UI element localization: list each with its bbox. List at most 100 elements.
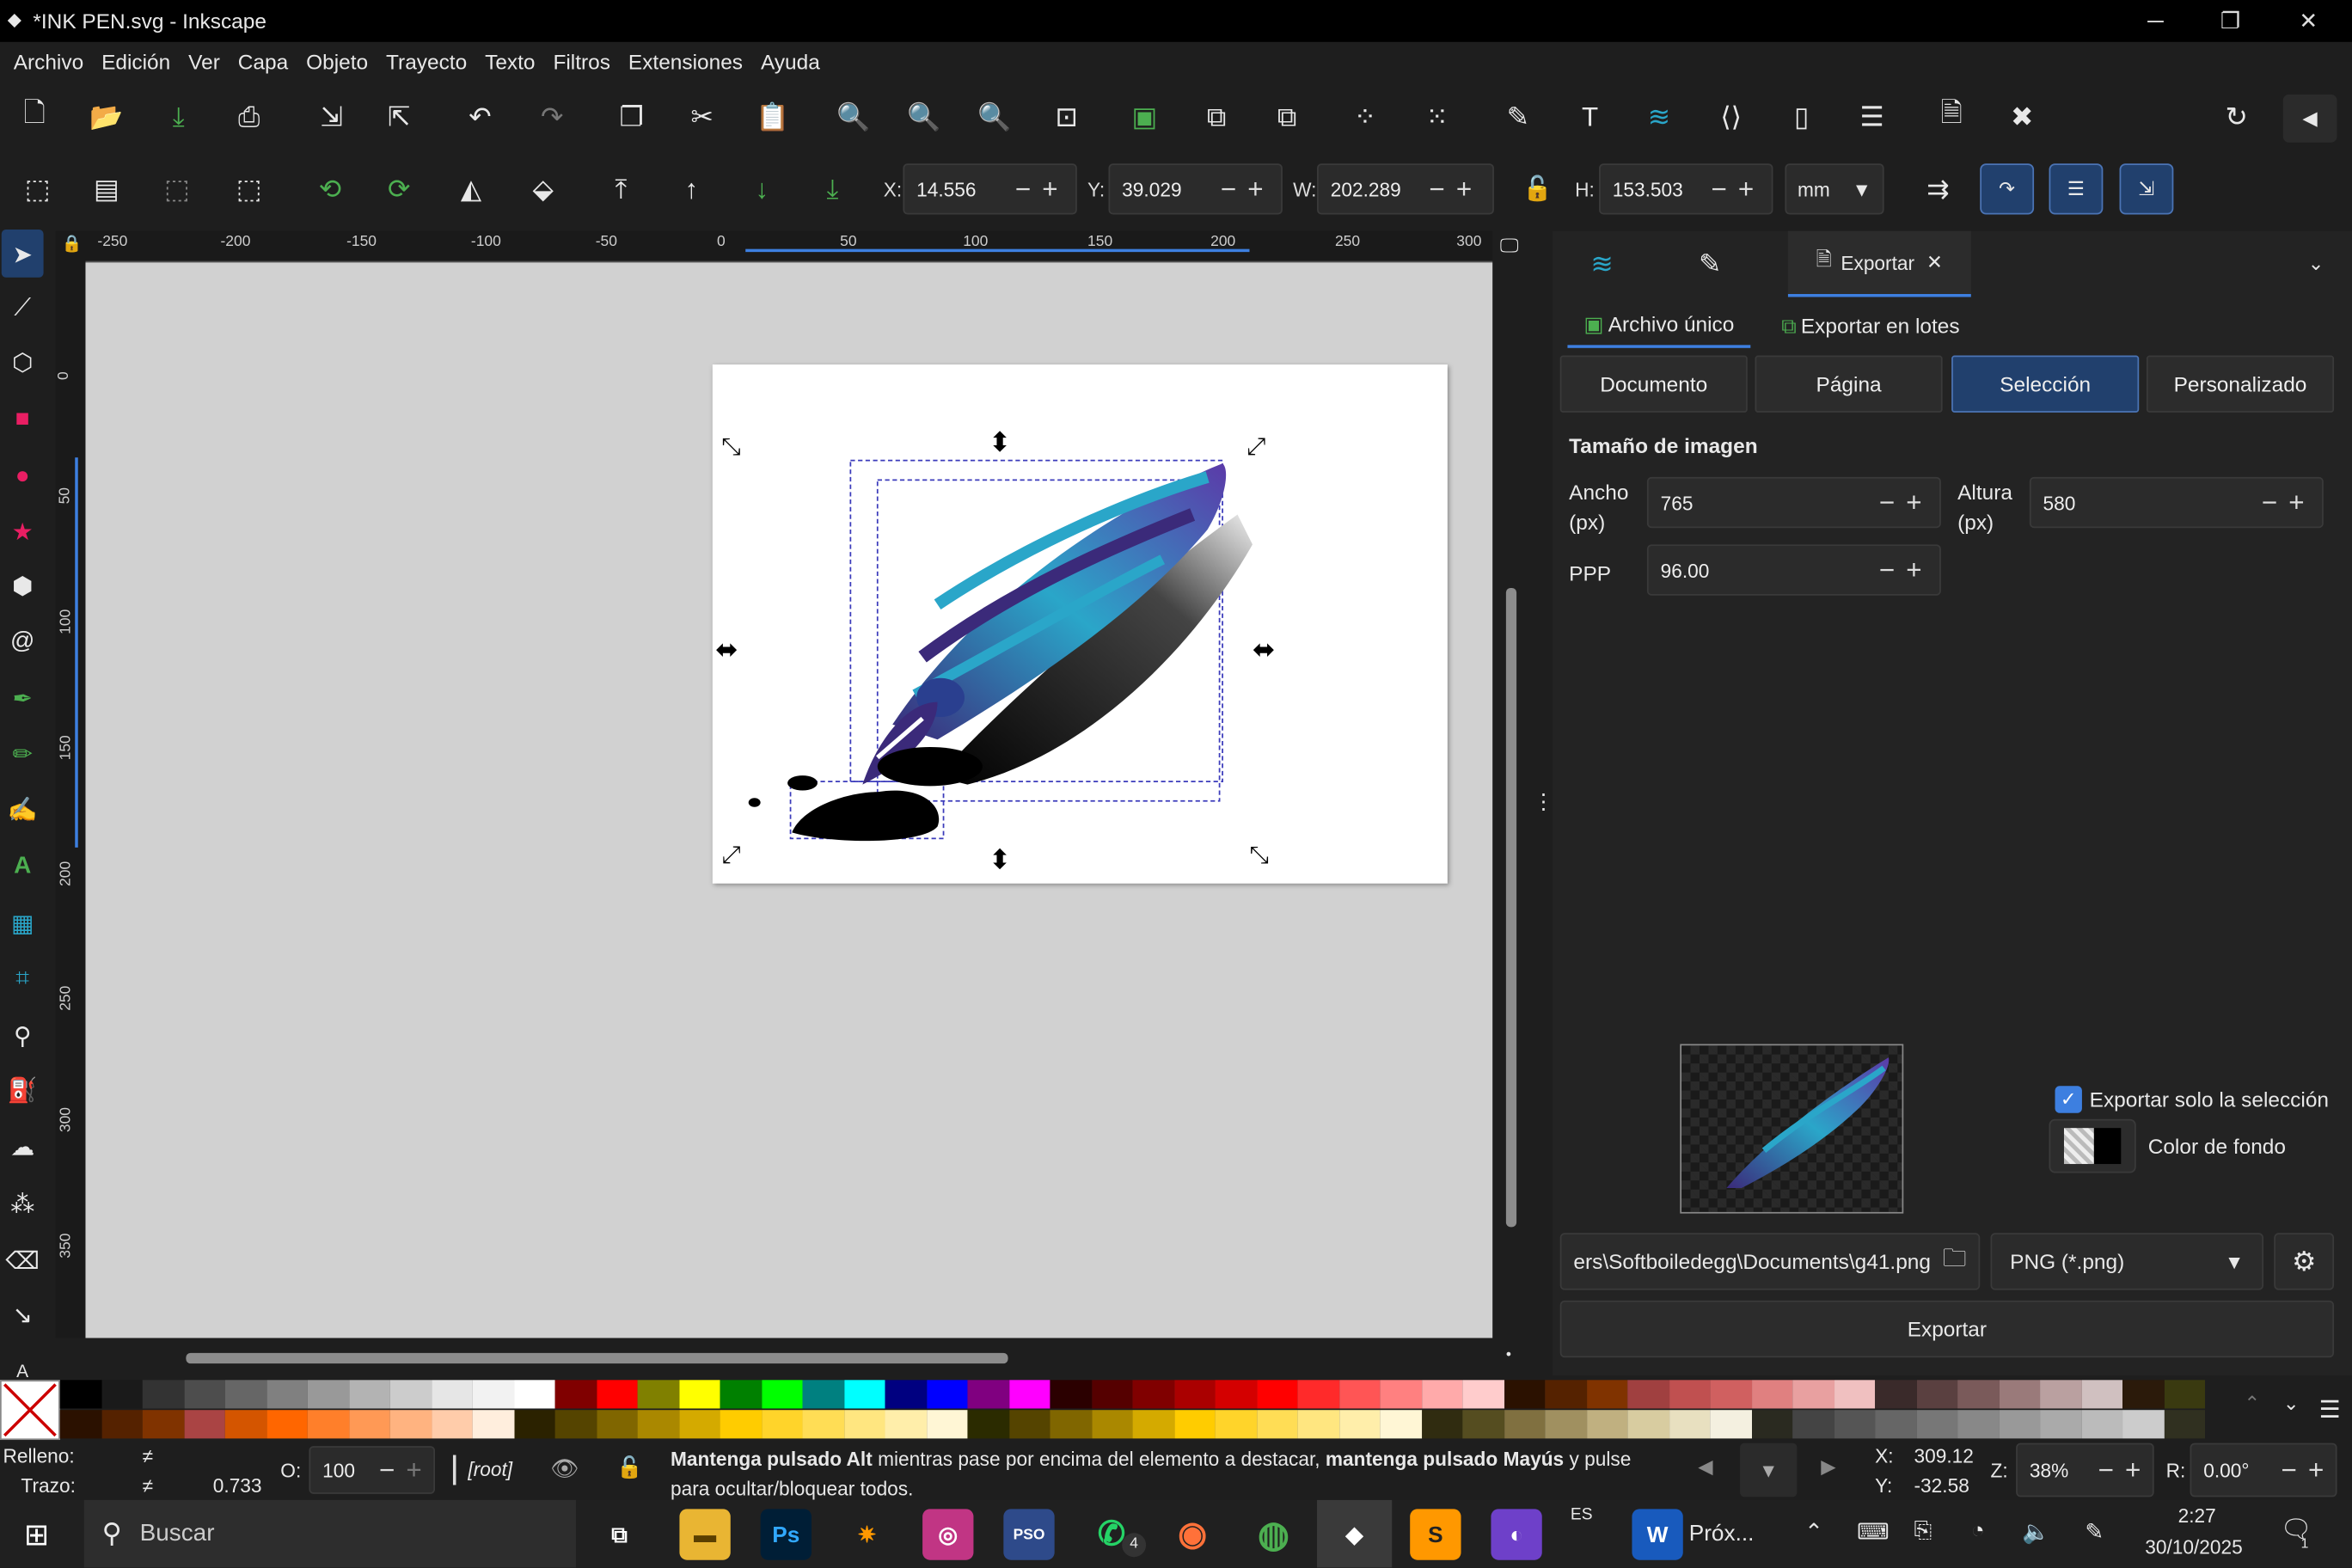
close-tab-icon[interactable]: ✕: [1926, 250, 1943, 274]
duplicate-icon[interactable]: ▣: [1126, 99, 1162, 135]
palette-up-icon[interactable]: ⌃: [2244, 1392, 2260, 1416]
rotate-field[interactable]: −+: [2190, 1442, 2337, 1498]
color-swatch[interactable]: [1132, 1410, 1174, 1439]
lower-icon[interactable]: ↓: [744, 171, 780, 207]
tray-chevron-icon[interactable]: ⌃: [1804, 1518, 1823, 1546]
color-swatch[interactable]: [183, 1410, 225, 1439]
raise-icon[interactable]: ↑: [673, 171, 709, 207]
color-swatch[interactable]: [1256, 1410, 1298, 1439]
color-swatch[interactable]: [431, 1410, 473, 1439]
dpi-input[interactable]: [1648, 558, 1874, 582]
clock-date[interactable]: 30/10/2025: [2145, 1536, 2243, 1559]
copy-icon[interactable]: ❐: [614, 99, 650, 135]
mode-pagina[interactable]: Página: [1755, 355, 1943, 413]
minus-icon[interactable]: −: [2092, 1455, 2119, 1486]
objects-icon[interactable]: ▯: [1784, 99, 1820, 135]
color-swatch[interactable]: [348, 1410, 390, 1439]
color-swatch[interactable]: [1504, 1380, 1546, 1409]
height-field[interactable]: −+: [2029, 476, 2324, 529]
instagram-icon[interactable]: ◎: [922, 1509, 974, 1560]
color-swatch[interactable]: [1421, 1410, 1463, 1439]
gradient-tool-icon[interactable]: ▦: [4, 906, 40, 942]
restore-button[interactable]: ❐: [2196, 0, 2265, 42]
spiral-tool-icon[interactable]: @: [4, 624, 40, 660]
lower-to-bottom-icon[interactable]: ⤓: [814, 171, 850, 207]
raise-to-top-icon[interactable]: ⤒: [603, 171, 639, 207]
taskbar-search[interactable]: ⚲ Buscar: [83, 1499, 577, 1568]
menu-edicion[interactable]: Edición: [94, 50, 178, 74]
next-layer-icon[interactable]: ▶: [1821, 1455, 1835, 1479]
minimize-button[interactable]: ─: [2121, 0, 2190, 42]
clock-time[interactable]: 2:27: [2178, 1504, 2216, 1527]
color-swatch[interactable]: [1999, 1410, 2041, 1439]
plus-icon[interactable]: +: [1901, 487, 1927, 518]
color-swatch[interactable]: [1215, 1380, 1257, 1409]
color-swatch[interactable]: [2040, 1410, 2082, 1439]
color-swatch[interactable]: [2122, 1410, 2165, 1439]
color-swatch[interactable]: [761, 1410, 803, 1439]
color-swatch[interactable]: [967, 1380, 1009, 1409]
color-swatch[interactable]: [967, 1410, 1009, 1439]
app-icon[interactable]: ✷: [842, 1509, 892, 1559]
x-field[interactable]: −+: [903, 163, 1077, 215]
wifi-icon[interactable]: ◔: [1971, 1518, 1985, 1544]
menu-extensiones[interactable]: Extensiones: [621, 50, 750, 74]
minus-icon[interactable]: −: [1873, 487, 1900, 518]
color-swatch[interactable]: [1875, 1380, 1917, 1409]
unlink-clone-icon[interactable]: ⧉: [1269, 99, 1305, 135]
display-mode-icon[interactable]: 🖵: [1500, 234, 1519, 258]
color-swatch[interactable]: [678, 1380, 720, 1409]
save-icon[interactable]: ⤓: [161, 99, 197, 135]
color-swatch[interactable]: [101, 1380, 143, 1409]
single-file-tab[interactable]: ▣ Archivo único: [1567, 303, 1751, 348]
import-icon[interactable]: ⇲: [314, 99, 350, 135]
zoom-drawing-icon[interactable]: 🔍: [906, 99, 942, 135]
dropper-tool-icon[interactable]: ⚲: [4, 1019, 40, 1055]
menu-texto[interactable]: Texto: [477, 50, 542, 74]
rotate-cw-icon[interactable]: ⟳: [381, 171, 417, 207]
minus-icon[interactable]: −: [1873, 554, 1900, 586]
paint-bucket-icon[interactable]: ⛽: [4, 1073, 40, 1109]
unit-select[interactable]: mm ▼: [1785, 163, 1884, 215]
w-input[interactable]: [1318, 177, 1424, 200]
color-swatch[interactable]: [2164, 1410, 2206, 1439]
minus-icon[interactable]: −: [1706, 174, 1732, 205]
scale-handle-e[interactable]: ⬌: [1253, 634, 1275, 665]
menu-trayecto[interactable]: Trayecto: [378, 50, 475, 74]
color-swatch[interactable]: [1091, 1380, 1133, 1409]
layer-lock-icon[interactable]: 🔓: [616, 1455, 642, 1481]
minus-icon[interactable]: −: [2275, 1455, 2302, 1486]
plus-icon[interactable]: +: [2120, 1455, 2147, 1486]
minus-icon[interactable]: −: [1424, 174, 1450, 205]
color-swatch[interactable]: [802, 1380, 844, 1409]
color-swatch[interactable]: [1916, 1410, 1958, 1439]
plus-icon[interactable]: +: [2283, 487, 2310, 518]
pen-tool-icon[interactable]: ✒: [4, 681, 40, 717]
color-swatch[interactable]: [59, 1380, 101, 1409]
color-swatch[interactable]: [389, 1380, 432, 1409]
h-input[interactable]: [1600, 177, 1706, 200]
color-swatch[interactable]: [678, 1410, 720, 1439]
color-swatch[interactable]: [1297, 1410, 1339, 1439]
pencil-tool-icon[interactable]: ✏: [4, 737, 40, 773]
plus-icon[interactable]: +: [1732, 174, 1759, 205]
select-all-layers-icon[interactable]: ▤: [89, 171, 125, 207]
color-swatch[interactable]: [1751, 1410, 1793, 1439]
minus-icon[interactable]: −: [373, 1455, 400, 1486]
layers-icon[interactable]: ≋: [1641, 99, 1677, 135]
export-selection-checkbox[interactable]: ✓: [2055, 1086, 2082, 1113]
color-swatch[interactable]: [1669, 1410, 1711, 1439]
plus-icon[interactable]: +: [1242, 174, 1269, 205]
selector-tool-icon[interactable]: ➤: [4, 237, 40, 273]
color-swatch[interactable]: [2081, 1410, 2123, 1439]
color-swatch[interactable]: [1008, 1410, 1050, 1439]
minus-icon[interactable]: −: [2256, 487, 2282, 518]
windows-start-icon[interactable]: ⊞: [24, 1516, 49, 1554]
color-swatch[interactable]: [142, 1410, 184, 1439]
color-swatch[interactable]: [1999, 1380, 2041, 1409]
deselect-icon[interactable]: ⬚: [159, 171, 195, 207]
color-swatch[interactable]: [266, 1410, 308, 1439]
color-swatch[interactable]: [720, 1410, 762, 1439]
mode-seleccion[interactable]: Selección: [1951, 355, 2140, 413]
filename-field[interactable]: ers\Softboiledegg\Documents\g41.png 🗀: [1559, 1233, 1981, 1290]
